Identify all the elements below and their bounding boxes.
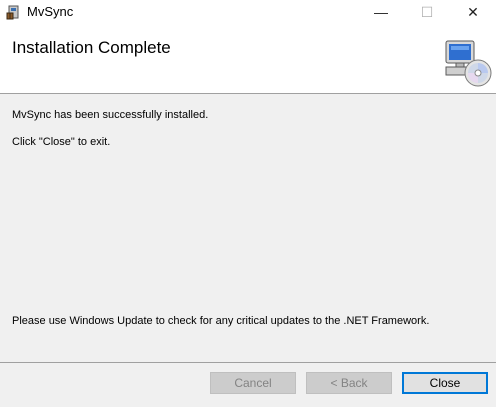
success-message: MvSync has been successfully installed. xyxy=(12,109,209,121)
maximize-icon: ☐ xyxy=(420,3,434,20)
update-notice: Please use Windows Update to check for a… xyxy=(12,315,430,327)
close-icon: ✕ xyxy=(467,3,479,20)
button-bar: Cancel < Back Close xyxy=(0,362,496,407)
cancel-button[interactable]: Cancel xyxy=(210,372,296,394)
minimize-icon: — xyxy=(374,4,388,20)
computer-cd-icon xyxy=(442,37,494,89)
installer-window: MvSync — ☐ ✕ Installation Complete MvSyn… xyxy=(0,0,496,407)
maximize-button[interactable]: ☐ xyxy=(404,0,450,24)
close-window-button[interactable]: ✕ xyxy=(450,0,496,24)
title-bar[interactable]: MvSync — ☐ ✕ xyxy=(0,0,496,24)
page-title: Installation Complete xyxy=(12,38,171,57)
back-button[interactable]: < Back xyxy=(306,372,392,394)
close-button[interactable]: Close xyxy=(402,372,488,394)
installer-icon xyxy=(6,4,22,20)
content-area: MvSync has been successfully installed. … xyxy=(0,94,496,362)
minimize-button[interactable]: — xyxy=(358,0,404,24)
wizard-header: Installation Complete xyxy=(0,24,496,94)
exit-instruction: Click "Close" to exit. xyxy=(12,136,111,148)
window-title: MvSync xyxy=(27,4,74,19)
